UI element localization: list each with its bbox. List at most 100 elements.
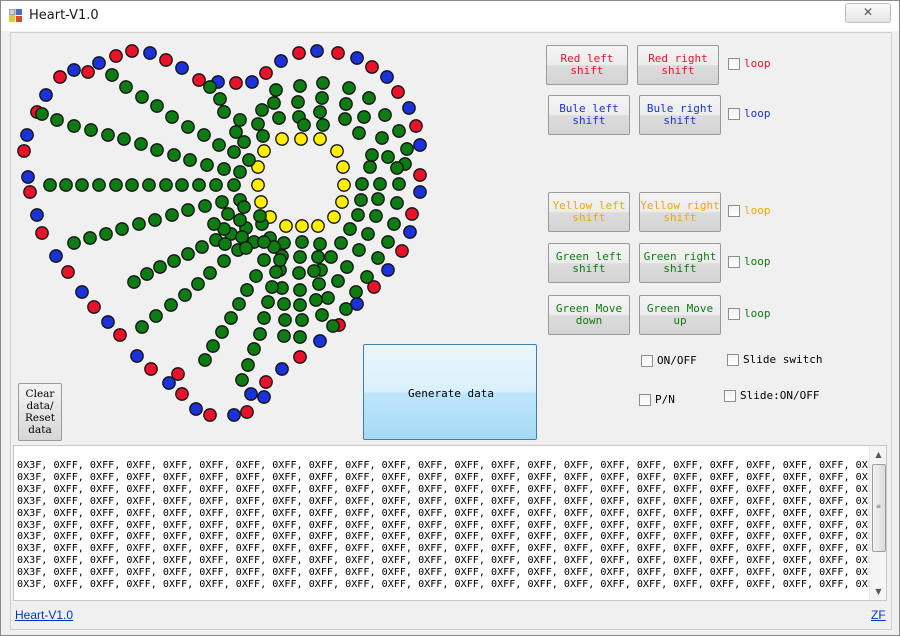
led-dot[interactable] <box>331 274 345 288</box>
led-dot[interactable] <box>67 63 81 77</box>
led-dot[interactable] <box>350 51 364 65</box>
led-dot[interactable] <box>113 328 127 342</box>
led-dot[interactable] <box>253 209 267 223</box>
led-dot[interactable] <box>313 132 327 146</box>
led-dot[interactable] <box>198 199 212 213</box>
led-dot[interactable] <box>227 178 241 192</box>
led-dot[interactable] <box>159 178 173 192</box>
led-dot[interactable] <box>218 237 232 251</box>
clear-reset-data-button[interactable]: Clear data/ Reset data <box>18 383 62 441</box>
led-dot[interactable] <box>311 250 325 264</box>
led-dot[interactable] <box>181 247 195 261</box>
led-dot[interactable] <box>23 185 37 199</box>
led-dot[interactable] <box>343 222 357 236</box>
led-dot[interactable] <box>316 118 330 132</box>
led-dot[interactable] <box>92 56 106 70</box>
led-dot[interactable] <box>327 210 341 224</box>
red-left-shift-button[interactable]: Red left shift <box>546 45 628 85</box>
led-dot[interactable] <box>269 265 283 279</box>
green-move-up-button[interactable]: Green Move up <box>639 295 721 335</box>
led-dot[interactable] <box>235 373 249 387</box>
led-dot[interactable] <box>251 117 265 131</box>
led-dot[interactable] <box>150 143 164 157</box>
led-dot[interactable] <box>257 144 271 158</box>
on-off-checkbox[interactable] <box>641 355 653 367</box>
led-dot[interactable] <box>197 128 211 142</box>
led-dot[interactable] <box>375 131 389 145</box>
led-dot[interactable] <box>59 178 73 192</box>
led-dot[interactable] <box>261 295 275 309</box>
led-dot[interactable] <box>61 265 75 279</box>
led-dot[interactable] <box>293 350 307 364</box>
led-dot[interactable] <box>195 240 209 254</box>
led-dot[interactable] <box>217 105 231 119</box>
led-dot[interactable] <box>361 227 375 241</box>
led-dot[interactable] <box>293 79 307 93</box>
led-dot[interactable] <box>390 196 404 210</box>
led-dot[interactable] <box>150 99 164 113</box>
led-dot[interactable] <box>257 235 271 249</box>
led-dot[interactable] <box>30 208 44 222</box>
led-dot[interactable] <box>313 334 327 348</box>
led-dot[interactable] <box>255 103 269 117</box>
led-dot[interactable] <box>324 250 338 264</box>
led-dot[interactable] <box>274 54 288 68</box>
led-dot[interactable] <box>144 362 158 376</box>
led-dot[interactable] <box>315 91 329 105</box>
led-dot[interactable] <box>148 213 162 227</box>
led-dot[interactable] <box>326 319 340 333</box>
led-dot[interactable] <box>212 138 226 152</box>
led-dot[interactable] <box>191 277 205 291</box>
led-dot[interactable] <box>192 73 206 87</box>
led-dot[interactable] <box>242 153 256 167</box>
led-dot[interactable] <box>203 408 217 422</box>
led-dot[interactable] <box>316 76 330 90</box>
led-dot[interactable] <box>119 80 133 94</box>
led-dot[interactable] <box>381 235 395 249</box>
led-dot[interactable] <box>335 195 349 209</box>
led-dot[interactable] <box>217 162 231 176</box>
generate-data-button[interactable]: Generate data <box>363 344 537 440</box>
scroll-up-arrow-icon[interactable]: ▲ <box>870 446 886 463</box>
scroll-down-arrow-icon[interactable]: ▼ <box>870 583 886 600</box>
blue-left-shift-button[interactable]: Bule left shift <box>548 95 630 135</box>
led-dot[interactable] <box>400 142 414 156</box>
led-dot[interactable] <box>43 178 57 192</box>
led-dot[interactable] <box>247 342 261 356</box>
led-dot[interactable] <box>117 132 131 146</box>
led-dot[interactable] <box>338 112 352 126</box>
scrollbar-thumb[interactable]: ≡ <box>872 464 886 552</box>
led-dot[interactable] <box>354 193 368 207</box>
led-dot[interactable] <box>256 129 270 143</box>
led-dot[interactable] <box>87 300 101 314</box>
led-dot[interactable] <box>352 243 366 257</box>
vertical-scrollbar[interactable]: ▲ ≡ ▼ <box>869 446 886 600</box>
led-dot[interactable] <box>409 119 423 133</box>
green-shift-loop-checkbox[interactable] <box>728 256 740 268</box>
led-dot[interactable] <box>259 375 273 389</box>
led-dot[interactable] <box>292 46 306 60</box>
led-dot[interactable] <box>39 88 53 102</box>
led-dot[interactable] <box>371 192 385 206</box>
led-dot[interactable] <box>253 327 267 341</box>
led-dot[interactable] <box>217 254 231 268</box>
green-move-down-button[interactable]: Green Move down <box>548 295 630 335</box>
led-dot[interactable] <box>244 387 258 401</box>
led-dot[interactable] <box>307 264 321 278</box>
led-dot[interactable] <box>240 405 254 419</box>
led-dot[interactable] <box>189 402 203 416</box>
led-dot[interactable] <box>277 297 291 311</box>
led-dot[interactable] <box>293 298 307 312</box>
led-dot[interactable] <box>241 358 255 372</box>
p-n-checkbox[interactable] <box>639 394 651 406</box>
led-dot[interactable] <box>142 178 156 192</box>
led-dot[interactable] <box>295 235 309 249</box>
red-right-shift-button[interactable]: Red right shift <box>637 45 719 85</box>
led-dot[interactable] <box>257 390 271 404</box>
red-loop-checkbox[interactable] <box>728 58 740 70</box>
led-dot[interactable] <box>203 266 217 280</box>
led-dot[interactable] <box>143 46 157 60</box>
blue-loop-checkbox[interactable] <box>728 108 740 120</box>
led-dot[interactable] <box>365 60 379 74</box>
led-dot[interactable] <box>293 283 307 297</box>
